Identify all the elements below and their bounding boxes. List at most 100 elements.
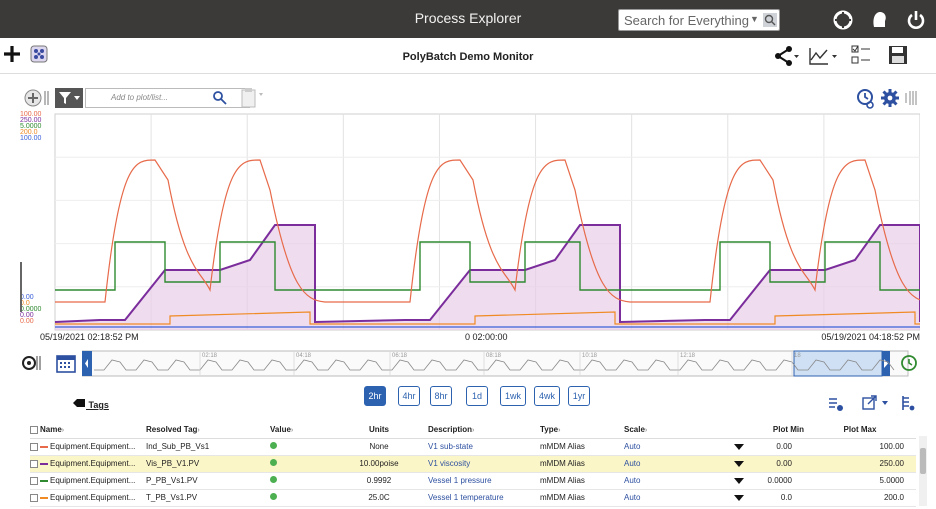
timeline-tick-label: 12:18: [680, 353, 696, 359]
search-input[interactable]: Search for Everything: [624, 13, 749, 28]
columns-icon[interactable]: [900, 395, 916, 416]
description-cell[interactable]: V1 viscosity: [428, 455, 540, 473]
table-scrollbar-thumb[interactable]: [920, 448, 926, 474]
column-header-plot-min[interactable]: Plot Min: [720, 421, 804, 439]
plot-options-dropdown-icon[interactable]: [734, 461, 744, 467]
plot-options-dropdown-icon[interactable]: [734, 444, 744, 450]
row-checkbox[interactable]: [30, 476, 38, 485]
scale-cell[interactable]: Auto: [624, 455, 720, 473]
timeline-tick-label: 06:18: [392, 353, 408, 359]
table-row[interactable]: Equipment.Equipment... Ind_Sub_PB_Vs1 None…: [30, 438, 916, 456]
plot-search-icon[interactable]: [212, 90, 228, 111]
plot-max-cell[interactable]: 250.00: [804, 455, 916, 473]
global-search[interactable]: Search for Everything ▼: [618, 9, 780, 31]
power-icon[interactable]: [905, 9, 927, 31]
select-all-checkbox[interactable]: [30, 425, 38, 434]
search-icon[interactable]: [763, 13, 777, 27]
units-cell: 10.00poise: [330, 455, 428, 473]
row-checkbox[interactable]: [30, 459, 38, 468]
description-cell[interactable]: Vessel 1 temperature: [428, 489, 540, 507]
filter-icon[interactable]: [55, 88, 83, 108]
series-color-swatch: [40, 445, 48, 448]
column-header-scale[interactable]: Scale›: [624, 421, 720, 439]
type-cell: mMDM Alias: [540, 472, 624, 490]
row-name-cell[interactable]: Equipment.Equipment...: [30, 455, 146, 473]
now-clock-icon[interactable]: [900, 354, 918, 377]
timeline-tick-label: 08:18: [486, 353, 502, 359]
plot-max-cell[interactable]: 5.0000: [804, 472, 916, 490]
type-cell: mMDM Alias: [540, 489, 624, 507]
document-bar: PolyBatch Demo Monitor: [0, 38, 936, 74]
units-cell: None: [330, 438, 428, 456]
row-name-cell[interactable]: Equipment.Equipment...: [30, 472, 146, 490]
description-cell[interactable]: V1 sub-state: [428, 438, 540, 456]
description-cell[interactable]: Vessel 1 pressure: [428, 472, 540, 490]
series-color-swatch: [40, 479, 48, 482]
value-cell: [270, 455, 330, 473]
settings-gear-icon[interactable]: [880, 88, 900, 113]
app-title: Process Explorer: [414, 10, 522, 26]
value-cell: [270, 472, 330, 490]
plot-options-dropdown-icon[interactable]: [734, 495, 744, 501]
user-profile-icon[interactable]: [868, 9, 890, 31]
timeline-tick-label: 04:18: [296, 353, 312, 359]
search-scope-dropdown-icon[interactable]: ▼: [750, 14, 759, 24]
checklist-icon[interactable]: [850, 44, 872, 71]
row-name-cell[interactable]: Equipment.Equipment...: [30, 438, 146, 456]
scale-cell[interactable]: Auto: [624, 489, 720, 507]
pan-icon[interactable]: [22, 354, 42, 377]
table-row[interactable]: Equipment.Equipment... P_PB_Vs1.PV 0.9992 V…: [30, 472, 916, 490]
add-to-plot-placeholder: Add to plot/list...: [111, 93, 168, 102]
trend-chart-svg[interactable]: [20, 112, 920, 347]
layout-icon[interactable]: [832, 9, 854, 31]
plot-toolbar: Add to plot/list...: [20, 86, 920, 112]
plot-duration: 0 02:00:00: [465, 332, 508, 342]
tags-tab[interactable]: Tags: [72, 398, 109, 410]
plot-min-cell[interactable]: 0.0000: [720, 472, 804, 490]
time-navigator: 02:18 04:18 06:18 08:18 10:18 12:18 18: [20, 348, 920, 378]
add-circle-icon[interactable]: [24, 88, 54, 113]
resolved-tag-cell: T_PB_Vs1.PV: [146, 489, 270, 507]
column-header-resolved-tag[interactable]: Resolved Tag›: [146, 421, 270, 439]
save-icon[interactable]: [888, 45, 908, 70]
row-name-cell[interactable]: Equipment.Equipment...: [30, 489, 146, 507]
scale-cell[interactable]: Auto: [624, 438, 720, 456]
table-scrollbar[interactable]: [919, 436, 927, 506]
row-checkbox[interactable]: [30, 493, 38, 502]
clipboard-icon[interactable]: [240, 87, 266, 114]
panel-toggle-icon[interactable]: [904, 90, 918, 111]
plot-min-cell[interactable]: 0.0: [720, 489, 804, 507]
tags-table: Name› Resolved Tag› Value› Units Descrip…: [30, 421, 916, 507]
table-row[interactable]: Equipment.Equipment... T_PB_Vs1.PV 25.0C Ve…: [30, 489, 916, 507]
series-color-swatch: [40, 462, 48, 465]
plot-max-cell[interactable]: 200.0: [804, 489, 916, 507]
column-header-plot-max[interactable]: Plot Max: [804, 421, 916, 439]
chart-type-icon[interactable]: [808, 46, 838, 71]
table-row[interactable]: Equipment.Equipment... Vis_PB_V1.PV 10.00p…: [30, 455, 916, 473]
time-range-slider[interactable]: 02:18 04:18 06:18 08:18 10:18 12:18 18: [82, 348, 912, 378]
tags-label: Tags: [88, 400, 109, 410]
column-header-value[interactable]: Value›: [270, 421, 330, 439]
column-header-description[interactable]: Description›: [428, 421, 540, 439]
export-icon[interactable]: [862, 395, 890, 416]
type-cell: mMDM Alias: [540, 455, 624, 473]
scale-cell[interactable]: Auto: [624, 472, 720, 490]
column-header-units[interactable]: Units: [330, 421, 428, 439]
history-icon[interactable]: [855, 88, 877, 115]
plot-min-cell[interactable]: 0.00: [720, 438, 804, 456]
top-bar: Process Explorer Search for Everything ▼: [0, 0, 936, 38]
status-dot-icon: [270, 476, 277, 483]
plot-min-cell[interactable]: 0.00: [720, 455, 804, 473]
timeline-tick-label: 18: [794, 353, 801, 359]
list-settings-icon[interactable]: [828, 396, 844, 417]
trend-plot[interactable]: 100.00 250.00 5.0000 200.0 100.00 0.00 0.0 0.0…: [20, 111, 920, 347]
row-checkbox[interactable]: [30, 442, 38, 451]
plot-options-dropdown-icon[interactable]: [734, 478, 744, 484]
column-header-type[interactable]: Type›: [540, 421, 624, 439]
calendar-icon[interactable]: [56, 353, 76, 378]
column-header-name[interactable]: Name›: [30, 421, 146, 439]
resolved-tag-cell: Ind_Sub_PB_Vs1: [146, 438, 270, 456]
plot-max-cell[interactable]: 100.00: [804, 438, 916, 456]
resolved-tag-cell: P_PB_Vs1.PV: [146, 472, 270, 490]
share-icon[interactable]: [774, 46, 800, 71]
